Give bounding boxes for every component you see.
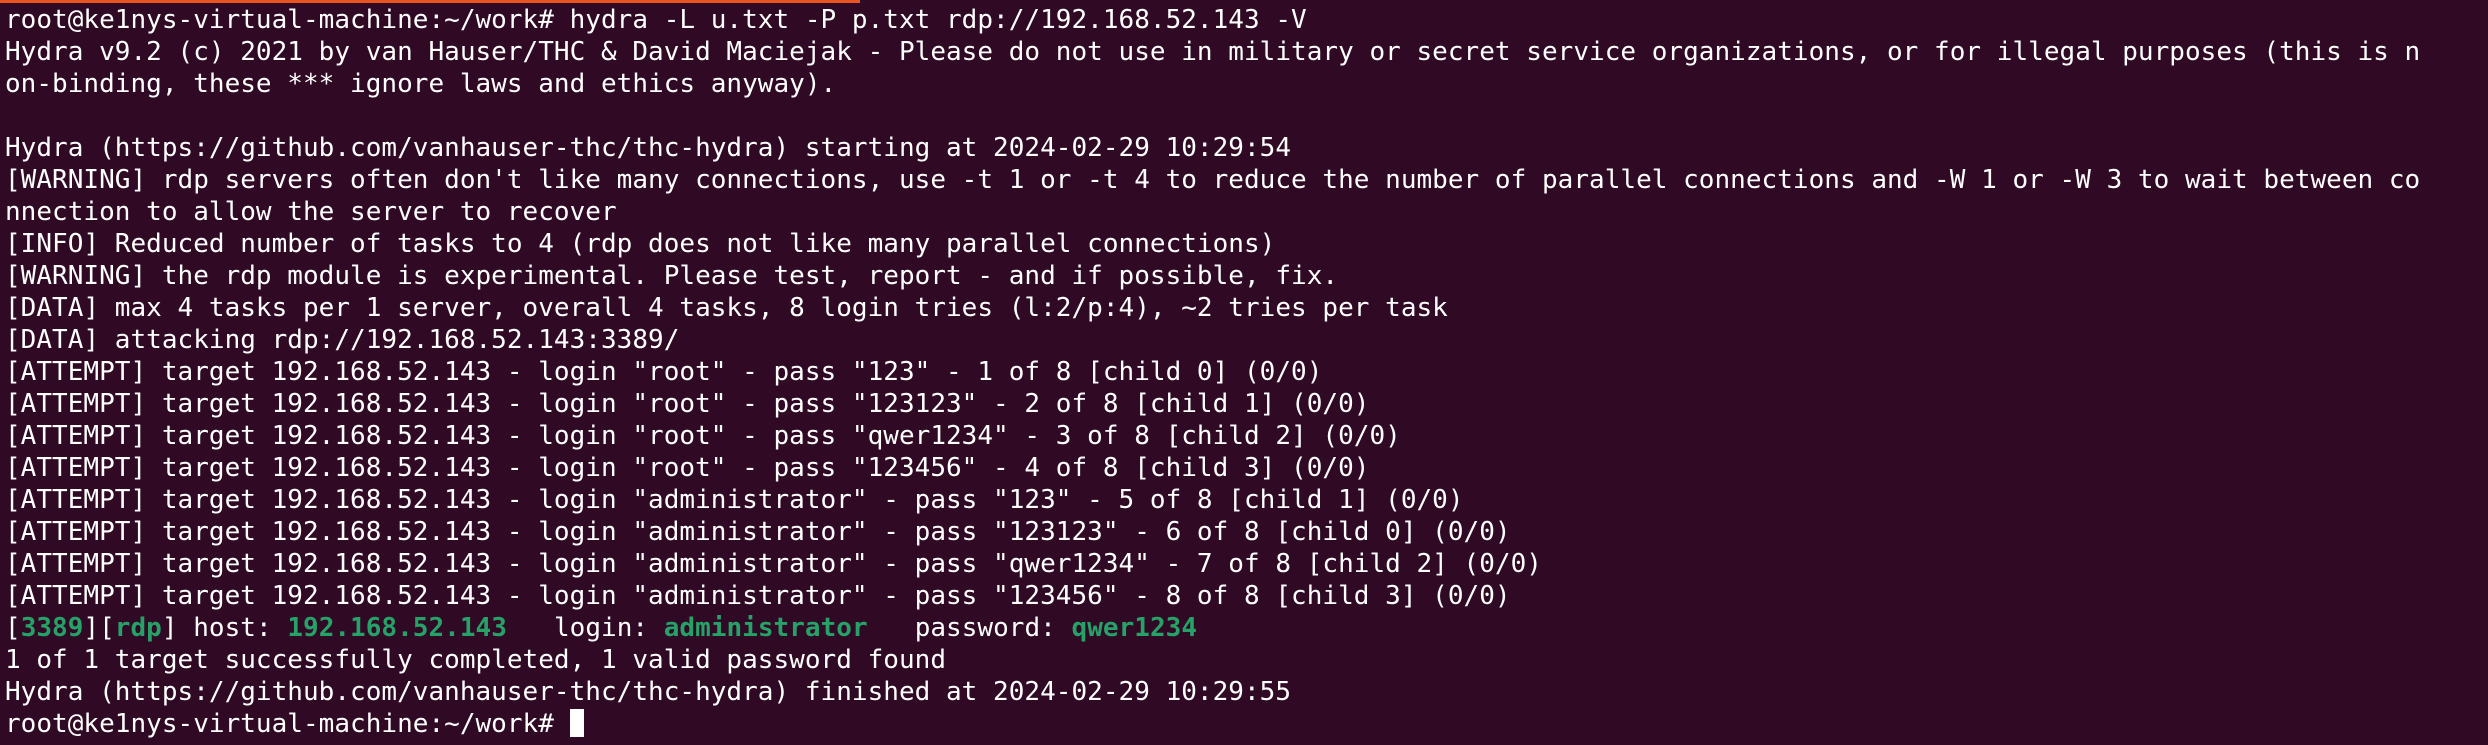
result-password: qwer1234 — [1071, 613, 1197, 643]
data-line: [DATA] max 4 tasks per 1 server, overall… — [5, 293, 1448, 323]
attempt-line: [ATTEMPT] target 192.168.52.143 - login … — [5, 549, 1542, 579]
info-line: [INFO] Reduced number of tasks to 4 (rdp… — [5, 229, 1276, 259]
result-port: 3389 — [20, 613, 84, 643]
attempt-line: [ATTEMPT] target 192.168.52.143 - login … — [5, 421, 1401, 451]
attempt-line: [ATTEMPT] target 192.168.52.143 - login … — [5, 517, 1511, 547]
result-bracket: ][ — [83, 613, 115, 643]
result-line: [3389][rdp] host: 192.168.52.143 login: … — [5, 612, 2488, 644]
output-line: Hydra v9.2 (c) 2021 by van Hauser/THC & … — [5, 37, 2421, 67]
result-host: 192.168.52.143 — [287, 613, 507, 643]
warning-line: [WARNING] rdp servers often don't like m… — [5, 165, 2421, 195]
data-line: [DATA] attacking rdp://192.168.52.143:33… — [5, 325, 680, 355]
attempt-line: [ATTEMPT] target 192.168.52.143 - login … — [5, 453, 1370, 483]
attempt-line: [ATTEMPT] target 192.168.52.143 - login … — [5, 581, 1511, 611]
shell-prompt: root@ke1nys-virtual-machine:~/work# — [5, 709, 570, 739]
command-line: root@ke1nys-virtual-machine:~/work# hydr… — [5, 5, 1307, 35]
result-login-label: login: — [506, 613, 664, 643]
finished-line: Hydra (https://github.com/vanhauser-thc/… — [5, 677, 1292, 707]
prompt-line[interactable]: root@ke1nys-virtual-machine:~/work# — [5, 708, 2488, 740]
text-cursor[interactable] — [569, 709, 584, 737]
terminal-window[interactable]: root@ke1nys-virtual-machine:~/work# hydr… — [0, 0, 2488, 745]
title-accent-bar — [0, 0, 860, 3]
output-line: on-binding, these *** ignore laws and et… — [5, 69, 837, 99]
output-line: Hydra (https://github.com/vanhauser-thc/… — [5, 133, 1292, 163]
result-password-label: password: — [867, 613, 1072, 643]
attempt-line: [ATTEMPT] target 192.168.52.143 - login … — [5, 485, 1464, 515]
attempt-line: [ATTEMPT] target 192.168.52.143 - login … — [5, 389, 1370, 419]
summary-line: 1 of 1 target successfully completed, 1 … — [5, 645, 946, 675]
attempt-line: [ATTEMPT] target 192.168.52.143 - login … — [5, 357, 1323, 387]
result-service: rdp — [114, 613, 162, 643]
result-host-label: ] host: — [161, 613, 288, 643]
result-bracket: [ — [5, 613, 21, 643]
warning-line: nnection to allow the server to recover — [5, 197, 617, 227]
result-login: administrator — [663, 613, 868, 643]
warning-line: [WARNING] the rdp module is experimental… — [5, 261, 1339, 291]
